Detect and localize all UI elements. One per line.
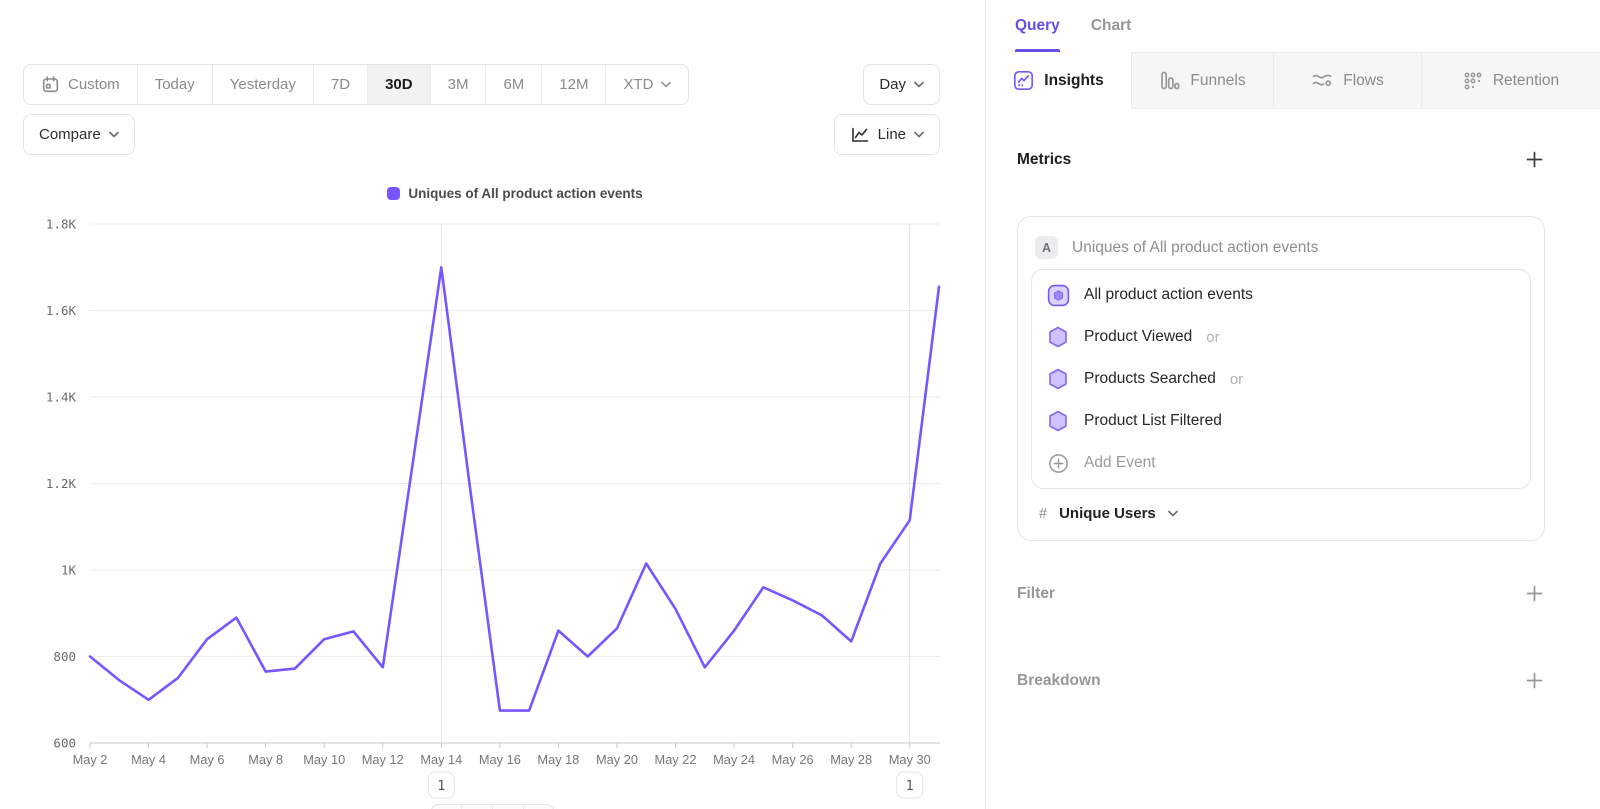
svg-text:May 24: May 24 xyxy=(713,752,755,767)
svg-text:1.6K: 1.6K xyxy=(46,303,77,318)
range-12m-button[interactable]: 12M xyxy=(542,65,606,104)
range-xtd-button[interactable]: XTD xyxy=(606,65,688,104)
svg-text:May 4: May 4 xyxy=(131,752,166,767)
report-tab-funnels[interactable]: Funnels xyxy=(1131,52,1273,109)
svg-text:1: 1 xyxy=(437,778,445,794)
event-hexagon-icon xyxy=(1046,368,1070,390)
chevron-down-icon xyxy=(661,81,671,88)
line-chart[interactable]: 600 800 1K 1.2K 1.4K 1.6K 1.8K May 2 May 4 May 6 M… xyxy=(0,180,985,809)
filter-title: Filter xyxy=(1017,585,1055,603)
tab-query[interactable]: Query xyxy=(1015,0,1060,52)
range-3m-button[interactable]: 3M xyxy=(431,65,487,104)
svg-text:1.4K: 1.4K xyxy=(46,390,77,405)
svg-text:May 26: May 26 xyxy=(772,752,814,767)
metric-card: A Uniques of All product action events A… xyxy=(1017,216,1545,541)
svg-text:May 16: May 16 xyxy=(479,752,521,767)
hash-icon: # xyxy=(1039,506,1047,522)
filter-section-header: Filter xyxy=(1017,583,1545,604)
flows-icon xyxy=(1311,70,1333,91)
line-chart-icon xyxy=(850,126,870,144)
insights-app: Custom Today Yesterday 7D 30D 3M 6M 12M … xyxy=(0,0,1600,809)
report-tab-insights[interactable]: Insights xyxy=(986,52,1131,109)
panel-tab-bar: Query Chart xyxy=(986,0,1600,52)
svg-text:1: 1 xyxy=(906,778,914,794)
report-tab-flows[interactable]: Flows xyxy=(1273,52,1421,109)
svg-text:May 8: May 8 xyxy=(248,752,283,767)
chevron-down-icon xyxy=(109,131,119,138)
svg-text:May 2: May 2 xyxy=(73,752,108,767)
svg-text:1K: 1K xyxy=(61,563,77,578)
retention-icon xyxy=(1463,71,1483,91)
metric-letter-badge: A xyxy=(1035,236,1058,259)
svg-text:1.8K: 1.8K xyxy=(46,217,77,232)
report-canvas: Custom Today Yesterday 7D 30D 3M 6M 12M … xyxy=(0,0,985,809)
range-30d-button[interactable]: 30D xyxy=(368,65,431,104)
plus-circle-icon xyxy=(1046,453,1070,474)
plus-icon xyxy=(1526,151,1543,168)
range-today-button[interactable]: Today xyxy=(138,65,213,104)
svg-text:May 10: May 10 xyxy=(303,752,345,767)
svg-text:May 30: May 30 xyxy=(889,752,931,767)
date-toolbar: Custom Today Yesterday 7D 30D 3M 6M 12M … xyxy=(23,64,940,105)
measurement-dropdown[interactable]: # Unique Users xyxy=(1039,505,1531,522)
report-type-tabs: Insights Funnels Flows Retention xyxy=(986,52,1600,109)
event-list: All product action events Product Viewed… xyxy=(1031,269,1531,489)
granularity-dropdown[interactable]: Day xyxy=(863,64,940,105)
svg-text:1.2K: 1.2K xyxy=(46,476,77,491)
event-hexagon-icon xyxy=(1046,326,1070,348)
clipped-zoom-control[interactable] xyxy=(430,804,555,809)
date-range-control: Custom Today Yesterday 7D 30D 3M 6M 12M … xyxy=(23,64,689,105)
funnels-icon xyxy=(1159,70,1180,91)
plus-icon xyxy=(1526,672,1543,689)
svg-text:800: 800 xyxy=(53,649,76,664)
svg-text:May 14: May 14 xyxy=(420,752,462,767)
range-yesterday-button[interactable]: Yesterday xyxy=(213,65,314,104)
range-6m-button[interactable]: 6M xyxy=(486,65,542,104)
range-custom-button[interactable]: Custom xyxy=(24,65,138,104)
event-row-product-list-filtered[interactable]: Product List Filtered xyxy=(1032,400,1530,442)
svg-text:May 28: May 28 xyxy=(830,752,872,767)
add-metric-button[interactable] xyxy=(1524,149,1545,170)
range-7d-button[interactable]: 7D xyxy=(314,65,368,104)
event-group-icon xyxy=(1046,284,1070,307)
breakdown-title: Breakdown xyxy=(1017,672,1101,690)
secondary-toolbar: Compare Line xyxy=(23,114,940,155)
metric-label: Uniques of All product action events xyxy=(1072,239,1318,257)
svg-text:May 6: May 6 xyxy=(190,752,225,767)
svg-text:May 12: May 12 xyxy=(362,752,404,767)
metric-header-row[interactable]: A Uniques of All product action events xyxy=(1031,230,1531,269)
svg-text:May 22: May 22 xyxy=(655,752,697,767)
event-hexagon-icon xyxy=(1046,410,1070,432)
plus-icon xyxy=(1526,585,1543,602)
range-label: Custom xyxy=(68,76,120,93)
add-breakdown-button[interactable] xyxy=(1524,670,1545,691)
chevron-down-icon xyxy=(914,81,924,88)
calendar-icon xyxy=(41,75,60,94)
svg-text:600: 600 xyxy=(53,736,76,751)
report-tab-retention[interactable]: Retention xyxy=(1421,52,1600,109)
metrics-section-header: Metrics xyxy=(1017,149,1545,170)
compare-dropdown[interactable]: Compare xyxy=(23,114,135,155)
chevron-down-icon xyxy=(1168,510,1178,517)
query-panel: Query Chart Insights Funnels Flows Reten… xyxy=(985,0,1600,809)
event-row-product-viewed[interactable]: Product Viewed or xyxy=(1032,316,1530,358)
add-event-button[interactable]: Add Event xyxy=(1032,442,1530,484)
query-builder: Metrics A Uniques of All product action … xyxy=(986,149,1600,691)
event-row-all-product-action-events[interactable]: All product action events xyxy=(1032,274,1530,316)
metrics-title: Metrics xyxy=(1017,151,1071,169)
breakdown-section-header: Breakdown xyxy=(1017,670,1545,691)
event-row-products-searched[interactable]: Products Searched or xyxy=(1032,358,1530,400)
svg-text:May 18: May 18 xyxy=(537,752,579,767)
chart-type-dropdown[interactable]: Line xyxy=(834,114,940,155)
svg-text:May 20: May 20 xyxy=(596,752,638,767)
add-filter-button[interactable] xyxy=(1524,583,1545,604)
insights-icon xyxy=(1013,70,1034,91)
tab-chart[interactable]: Chart xyxy=(1091,0,1131,52)
chevron-down-icon xyxy=(914,131,924,138)
